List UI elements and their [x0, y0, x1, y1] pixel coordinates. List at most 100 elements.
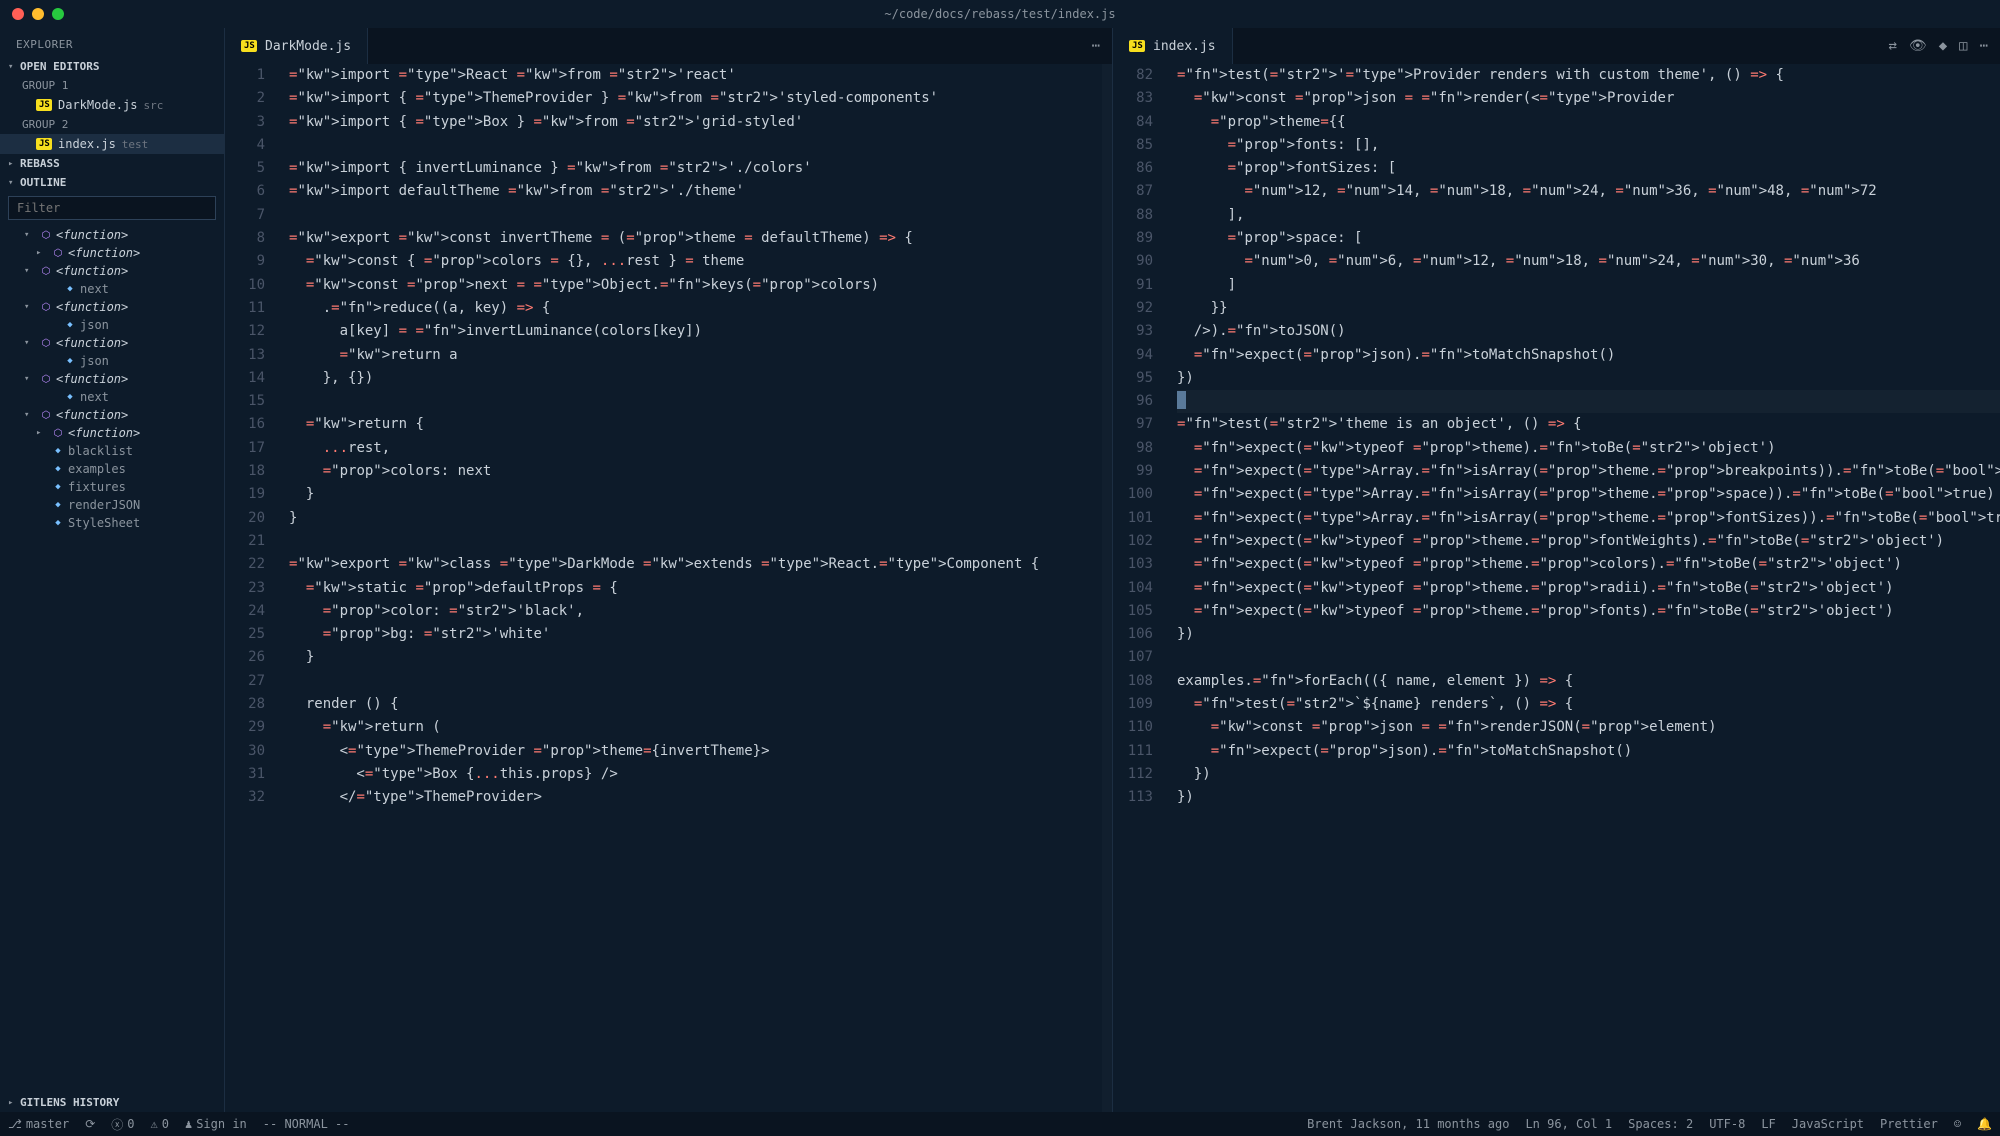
- errors-count[interactable]: ⓧ0: [103, 1116, 142, 1133]
- outline-item[interactable]: ▾⬡<function>: [0, 370, 224, 388]
- group-2-label: GROUP 2: [0, 115, 224, 134]
- maximize-window-icon[interactable]: [52, 8, 64, 20]
- eol[interactable]: LF: [1753, 1117, 1783, 1131]
- editor-pane-right: JS index.js ⇄ 👁 ◆ ◫ ⋯ 828384858687888990…: [1113, 28, 2000, 1112]
- outline-item[interactable]: ▾⬡<function>: [0, 226, 224, 244]
- outline-label: next: [80, 390, 109, 404]
- diamond-icon: ◆: [64, 283, 76, 295]
- outline-label: fixtures: [68, 480, 126, 494]
- outline-item[interactable]: ◆examples: [0, 460, 224, 478]
- person-icon: ♟: [185, 1117, 192, 1131]
- bell-icon[interactable]: 🔔: [1969, 1117, 2000, 1131]
- language-mode[interactable]: JavaScript: [1784, 1117, 1872, 1131]
- outline-label: next: [80, 282, 109, 296]
- tab-index[interactable]: JS index.js: [1113, 28, 1233, 64]
- group-1-label: GROUP 1: [0, 76, 224, 95]
- outline-item[interactable]: ◆StyleSheet: [0, 514, 224, 532]
- outline-item[interactable]: ◆ next: [0, 280, 224, 298]
- warning-icon: ⚠: [151, 1117, 158, 1131]
- outline-item[interactable]: ◆json: [0, 352, 224, 370]
- outline-filter-input[interactable]: [8, 196, 216, 220]
- minimize-window-icon[interactable]: [32, 8, 44, 20]
- outline-item[interactable]: ▾⬡<function>: [0, 334, 224, 352]
- diamond-icon[interactable]: ◆: [1939, 38, 1947, 54]
- sync-button[interactable]: ⟳: [77, 1117, 103, 1131]
- js-icon: JS: [241, 40, 257, 52]
- branch-icon: ⎇: [8, 1117, 22, 1131]
- outline-label: <function>: [68, 246, 140, 260]
- more-icon[interactable]: ⋯: [1980, 38, 1988, 54]
- code-content[interactable]: ="fn">test(="str2">'="type">Provider ren…: [1169, 64, 2000, 1112]
- gitlens-header[interactable]: ▸ GITLENS HISTORY: [0, 1093, 224, 1112]
- tab-bar-left: JS DarkMode.js ⋯: [225, 28, 1112, 64]
- chevron-icon: ▾: [24, 230, 36, 240]
- window-title: ~/code/docs/rebass/test/index.js: [884, 7, 1115, 21]
- vim-mode: -- NORMAL --: [255, 1117, 358, 1131]
- js-icon: JS: [36, 99, 52, 111]
- feedback-icon[interactable]: ☺: [1946, 1117, 1969, 1131]
- diamond-icon: ◆: [52, 481, 64, 493]
- code-area-left[interactable]: 1234567891011121314151617181920212223242…: [225, 64, 1112, 1112]
- encoding[interactable]: UTF-8: [1701, 1117, 1753, 1131]
- diamond-icon: ◆: [52, 463, 64, 475]
- outline-header[interactable]: ▾ OUTLINE: [0, 173, 224, 192]
- outline-item[interactable]: ▸⬡<function>: [0, 424, 224, 442]
- minimap[interactable]: [1102, 64, 1112, 1112]
- outline-label: <function>: [56, 264, 128, 278]
- diamond-icon: ◆: [64, 391, 76, 403]
- eye-icon[interactable]: 👁: [1909, 38, 1927, 54]
- chevron-right-icon: ▸: [8, 159, 20, 169]
- outline-item[interactable]: ▸⬡<function>: [0, 244, 224, 262]
- diamond-icon: ◆: [52, 499, 64, 511]
- outline-item[interactable]: ▾⬡<function>: [0, 406, 224, 424]
- chevron-down-icon: ▾: [8, 62, 20, 72]
- outline-item[interactable]: ◆json: [0, 316, 224, 334]
- js-icon: JS: [36, 138, 52, 150]
- split-icon[interactable]: ◫: [1959, 38, 1967, 54]
- code-content[interactable]: ="kw">import ="type">React ="kw">from ="…: [281, 64, 1112, 1112]
- rebass-header[interactable]: ▸ REBASS: [0, 154, 224, 173]
- cube-icon: ⬡: [40, 229, 52, 241]
- chevron-icon: ▾: [24, 266, 36, 276]
- sidebar: EXPLORER ▾ OPEN EDITORS GROUP 1 JS DarkM…: [0, 28, 225, 1112]
- git-blame[interactable]: Brent Jackson, 11 months ago: [1299, 1117, 1517, 1131]
- open-file-index[interactable]: JS index.js test: [0, 134, 224, 154]
- outline-item[interactable]: ◆blacklist: [0, 442, 224, 460]
- titlebar: ~/code/docs/rebass/test/index.js: [0, 0, 2000, 28]
- chevron-icon: ▾: [24, 410, 36, 420]
- diamond-icon: ◆: [52, 445, 64, 457]
- outline-item[interactable]: ◆ next: [0, 388, 224, 406]
- warnings-count[interactable]: ⚠0: [143, 1117, 177, 1131]
- compare-icon[interactable]: ⇄: [1888, 38, 1896, 54]
- prettier-status[interactable]: Prettier: [1872, 1117, 1946, 1131]
- signin-button[interactable]: ♟ Sign in: [177, 1117, 255, 1131]
- outline-label: StyleSheet: [68, 516, 140, 530]
- indent-setting[interactable]: Spaces: 2: [1620, 1117, 1701, 1131]
- outline-label: <function>: [56, 372, 128, 386]
- tab-darkmode[interactable]: JS DarkMode.js: [225, 28, 368, 64]
- chevron-icon: ▸: [36, 248, 48, 258]
- outline-label: json: [80, 354, 109, 368]
- cube-icon: ⬡: [40, 265, 52, 277]
- editors-split: JS DarkMode.js ⋯ 12345678910111213141516…: [225, 28, 2000, 1112]
- outline-item[interactable]: ◆ fixtures: [0, 478, 224, 496]
- close-window-icon[interactable]: [12, 8, 24, 20]
- outline-item[interactable]: ▾⬡<function>: [0, 298, 224, 316]
- code-area-right[interactable]: 8283848586878889909192939495969798991001…: [1113, 64, 2000, 1112]
- git-branch[interactable]: ⎇ master: [0, 1117, 77, 1131]
- open-file-darkmode[interactable]: JS DarkMode.js src: [0, 95, 224, 115]
- outline-label: renderJSON: [68, 498, 140, 512]
- tab-bar-right: JS index.js ⇄ 👁 ◆ ◫ ⋯: [1113, 28, 2000, 64]
- cursor-position[interactable]: Ln 96, Col 1: [1517, 1117, 1620, 1131]
- outline-label: <function>: [56, 408, 128, 422]
- line-gutter: 8283848586878889909192939495969798991001…: [1113, 64, 1169, 1112]
- cube-icon: ⬡: [40, 373, 52, 385]
- chevron-icon: ▾: [24, 302, 36, 312]
- outline-item[interactable]: ◆ renderJSON: [0, 496, 224, 514]
- more-icon[interactable]: ⋯: [1092, 38, 1100, 54]
- open-editors-header[interactable]: ▾ OPEN EDITORS: [0, 57, 224, 76]
- js-icon: JS: [1129, 40, 1145, 52]
- sync-icon: ⟳: [85, 1117, 95, 1131]
- outline-item[interactable]: ▾ ⬡ <function>: [0, 262, 224, 280]
- error-icon: ⓧ: [111, 1116, 123, 1133]
